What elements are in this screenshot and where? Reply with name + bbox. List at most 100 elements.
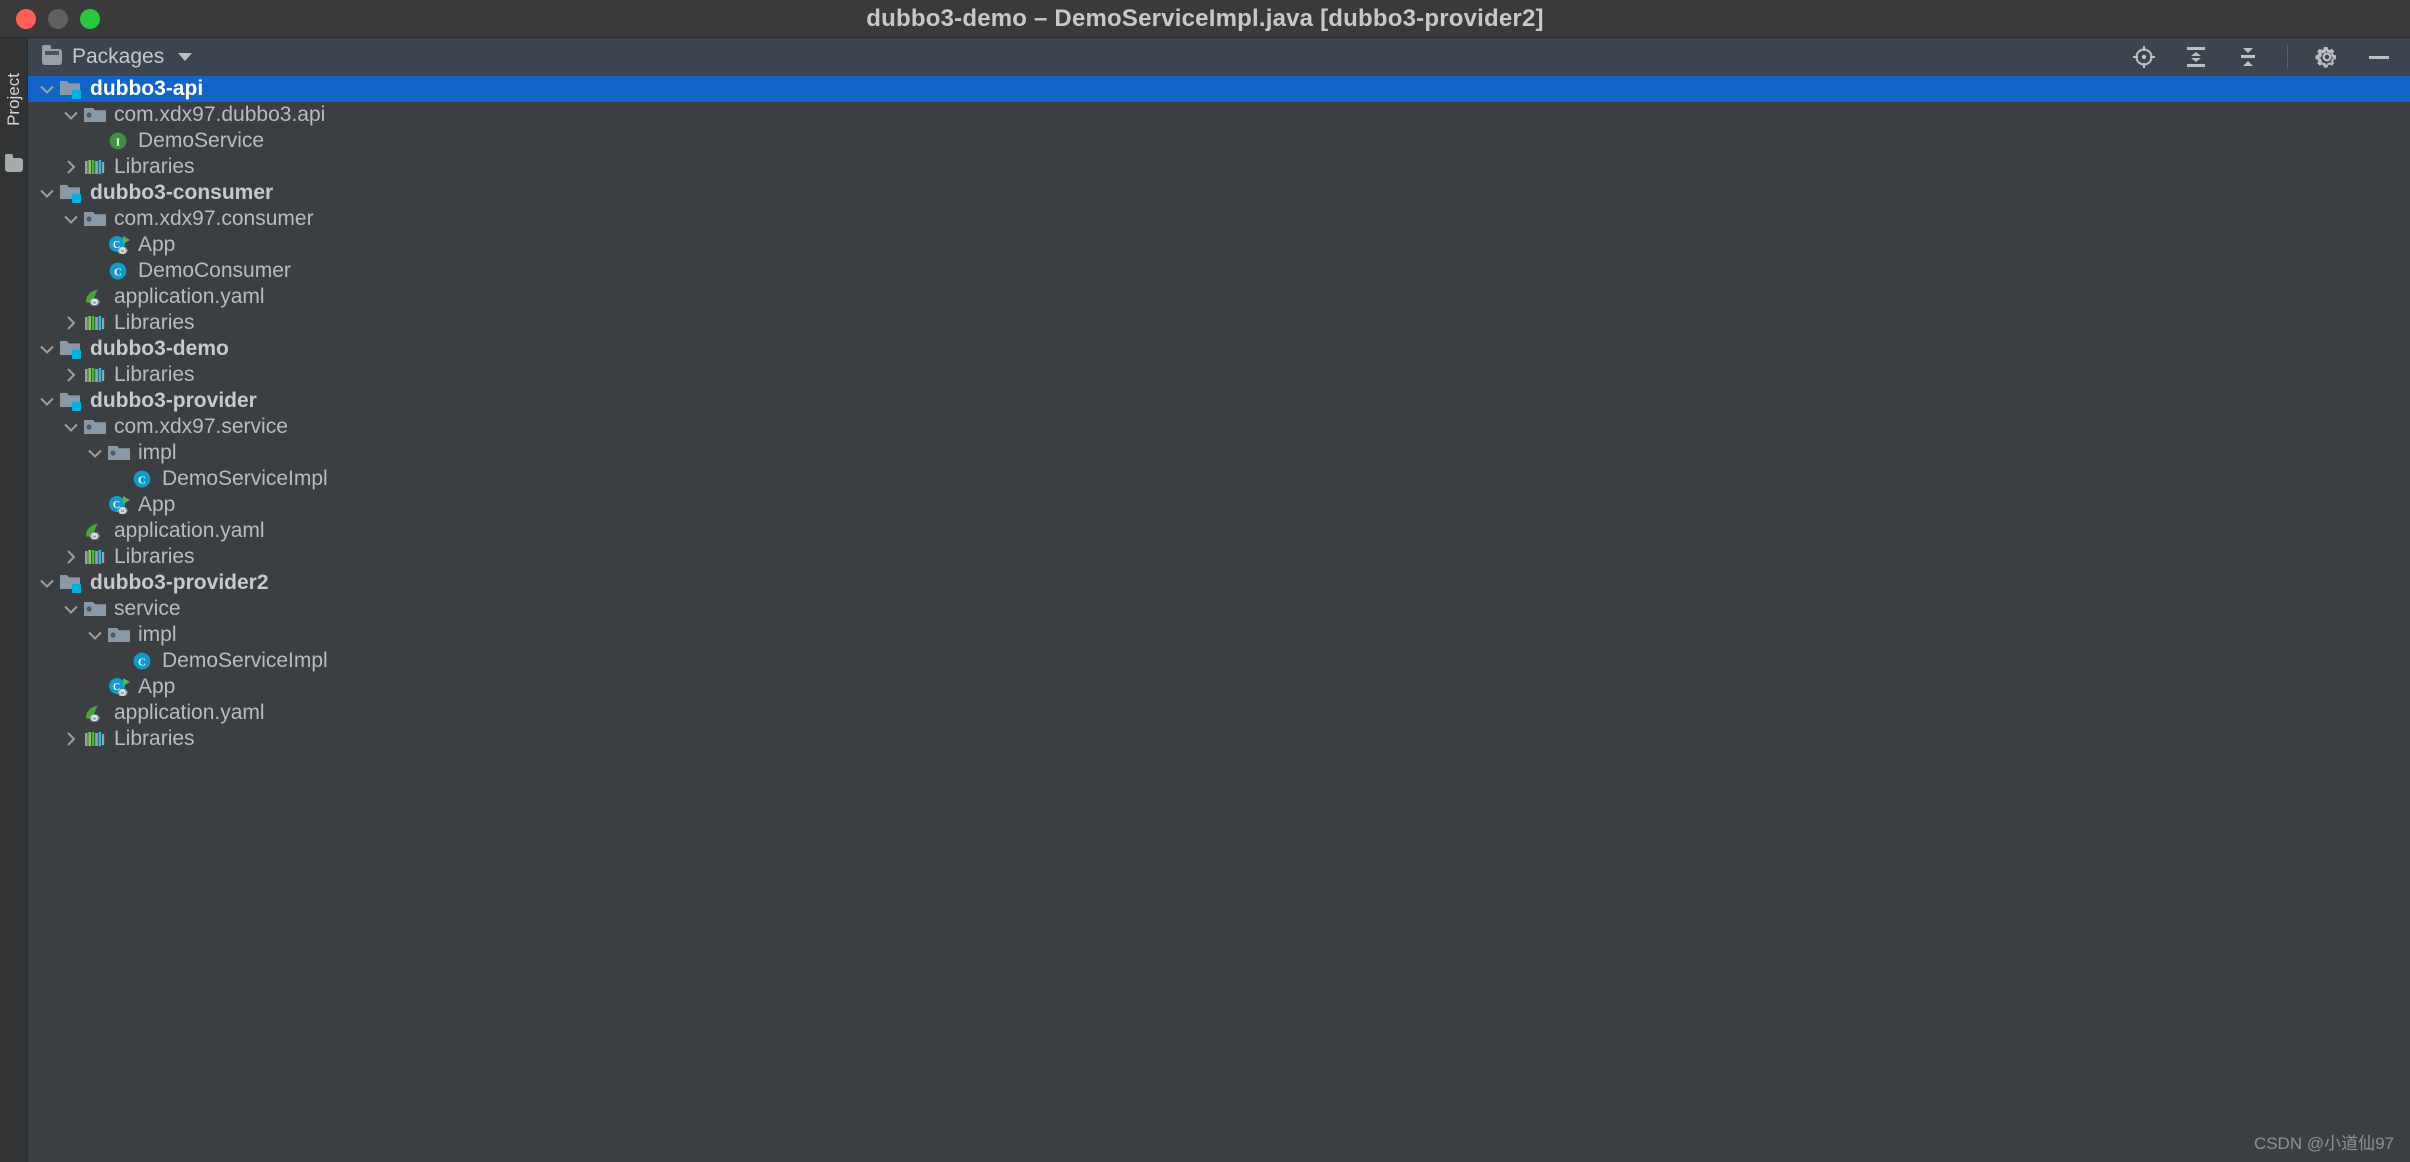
chevron-down-icon[interactable]: [178, 53, 193, 61]
minimize-button[interactable]: [48, 8, 68, 29]
tree-row[interactable]: Libraries: [28, 726, 2410, 752]
chevron-down-icon[interactable]: [36, 572, 58, 594]
tree-row-label: App: [138, 233, 176, 256]
tree-row[interactable]: Libraries: [28, 362, 2410, 388]
tree-row[interactable]: C App: [28, 492, 2410, 518]
tree-row[interactable]: Libraries: [28, 310, 2410, 336]
spring-yaml-icon: [82, 520, 108, 542]
ide-window: dubbo3-demo – DemoServiceImpl.java [dubb…: [0, 0, 2410, 1162]
module-icon: [58, 182, 84, 204]
chevron-right-icon[interactable]: [60, 312, 82, 334]
package-icon: [106, 624, 132, 646]
watermark: CSDN @小道仙97: [2253, 1134, 2394, 1153]
tree-row[interactable]: Libraries: [28, 544, 2410, 570]
tree-row[interactable]: application.yaml: [28, 284, 2410, 310]
chevron-down-icon[interactable]: [36, 78, 58, 100]
tree-row-label: application.yaml: [114, 285, 265, 308]
libraries-icon: [82, 364, 108, 386]
tree-row[interactable]: dubbo3-demo: [28, 336, 2410, 362]
package-icon: [82, 104, 108, 126]
package-icon: [82, 598, 108, 620]
spring-class-icon: C: [106, 676, 132, 698]
chevron-right-icon[interactable]: [60, 364, 82, 386]
chevron-down-icon[interactable]: [84, 624, 106, 646]
tree-row-label: App: [138, 493, 176, 516]
tree-row[interactable]: application.yaml: [28, 700, 2410, 726]
window-title: dubbo3-demo – DemoServiceImpl.java [dubb…: [866, 4, 1544, 32]
tree-row[interactable]: I DemoService: [28, 128, 2410, 154]
chevron-right-icon[interactable]: [60, 546, 82, 568]
tree-row[interactable]: dubbo3-provider: [28, 388, 2410, 414]
package-icon: [82, 416, 108, 438]
chevron-down-icon[interactable]: [36, 390, 58, 412]
chevron-down-icon[interactable]: [60, 598, 82, 620]
libraries-icon: [82, 728, 108, 750]
spring-yaml-icon: [82, 286, 108, 308]
chevron-down-icon[interactable]: [36, 182, 58, 204]
tree-row-label: com.xdx97.consumer: [114, 207, 314, 230]
chevron-down-icon[interactable]: [84, 442, 106, 464]
tree-row[interactable]: com.xdx97.consumer: [28, 206, 2410, 232]
tree-row[interactable]: C App: [28, 674, 2410, 700]
folder-icon[interactable]: [5, 154, 23, 172]
tree-row[interactable]: C DemoConsumer: [28, 258, 2410, 284]
tree-row[interactable]: impl: [28, 440, 2410, 466]
libraries-icon: [82, 546, 108, 568]
tree-row[interactable]: impl: [28, 622, 2410, 648]
tree-row-label: com.xdx97.service: [114, 415, 288, 438]
module-icon: [58, 338, 84, 360]
tree-row[interactable]: com.xdx97.service: [28, 414, 2410, 440]
tree-row-label: dubbo3-demo: [90, 337, 229, 360]
chevron-down-icon[interactable]: [60, 104, 82, 126]
tree-row-label: Libraries: [114, 363, 195, 386]
class-icon: C: [130, 650, 156, 672]
tree-row-label: com.xdx97.dubbo3.api: [114, 103, 326, 126]
tree-row[interactable]: C DemoServiceImpl: [28, 466, 2410, 492]
collapse-all-icon[interactable]: [2235, 44, 2261, 70]
tree-row-label: DemoServiceImpl: [162, 649, 328, 672]
tree-row-label: DemoService: [138, 129, 265, 152]
locate-icon[interactable]: [2131, 44, 2157, 70]
tree-row[interactable]: dubbo3-consumer: [28, 180, 2410, 206]
minimize-icon[interactable]: [2366, 44, 2392, 70]
package-icon: [106, 442, 132, 464]
tree-row[interactable]: dubbo3-api: [28, 76, 2410, 102]
tree-row[interactable]: service: [28, 596, 2410, 622]
chevron-right-icon[interactable]: [60, 728, 82, 750]
tree-row[interactable]: C App: [28, 232, 2410, 258]
interface-icon: I: [106, 130, 132, 152]
gear-icon[interactable]: [2314, 44, 2340, 70]
tree-row[interactable]: application.yaml: [28, 518, 2410, 544]
class-icon: C: [106, 260, 132, 282]
tree-row-label: Libraries: [114, 727, 195, 750]
tree-row[interactable]: Libraries: [28, 154, 2410, 180]
spring-class-icon: C: [106, 234, 132, 256]
module-icon: [58, 572, 84, 594]
packages-folder-icon: [42, 45, 62, 65]
zoom-button[interactable]: [80, 8, 100, 29]
tree-row-label: dubbo3-provider: [90, 389, 257, 412]
chevron-down-icon[interactable]: [60, 208, 82, 230]
chevron-down-icon[interactable]: [36, 338, 58, 360]
sidebar-item-project[interactable]: Project: [0, 44, 28, 154]
toolbar-divider: [2287, 45, 2288, 69]
tree-row-label: application.yaml: [114, 519, 265, 542]
project-tree[interactable]: dubbo3-api com.xdx97.dubbo3.api I DemoServi…: [28, 76, 2410, 1162]
chevron-right-icon[interactable]: [60, 156, 82, 178]
close-button[interactable]: [16, 8, 36, 29]
expand-all-icon[interactable]: [2183, 44, 2209, 70]
tool-window-rail: Project: [0, 38, 28, 1162]
tree-row-label: App: [138, 675, 176, 698]
view-selector[interactable]: Packages: [42, 45, 193, 69]
tree-row[interactable]: C DemoServiceImpl: [28, 648, 2410, 674]
tree-row[interactable]: com.xdx97.dubbo3.api: [28, 102, 2410, 128]
class-icon: C: [130, 468, 156, 490]
chevron-down-icon[interactable]: [60, 416, 82, 438]
tree-row[interactable]: dubbo3-provider2: [28, 570, 2410, 596]
tree-row-label: application.yaml: [114, 701, 265, 724]
sidebar-item-label: Project: [4, 72, 23, 126]
